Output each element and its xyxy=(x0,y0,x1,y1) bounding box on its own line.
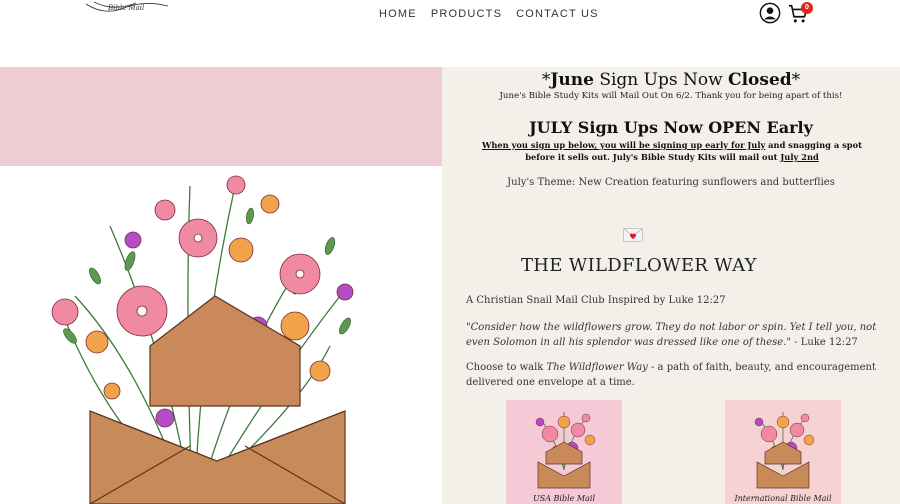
pink-banner xyxy=(0,67,442,166)
product-label-usa[interactable]: USA Bible Mail xyxy=(506,494,622,503)
wildflower-bouquet-illustration xyxy=(51,175,354,504)
product-card-usa[interactable]: USA Bible Mail xyxy=(506,400,622,504)
logo[interactable]: Bible Mail xyxy=(84,0,170,24)
nav-products[interactable]: PRODUCTS xyxy=(431,8,502,20)
site-header: Bible Mail HOME PRODUCTS CONTACT US 0 xyxy=(0,0,900,67)
july-signup-link[interactable]: When you sign up below, you will be sign… xyxy=(482,140,765,150)
july-signup-text: When you sign up below, you will be sign… xyxy=(482,140,862,162)
june-mail-out-note: June's Bible Study Kits will Mail Out On… xyxy=(499,91,843,101)
love-letter-icon xyxy=(623,228,643,242)
product-image-international xyxy=(754,412,815,489)
july-open-heading: JULY Sign Ups Now OPEN Early xyxy=(529,118,813,137)
wildflower-envelope-image xyxy=(0,166,442,504)
nav-contact-us[interactable]: CONTACT US xyxy=(516,8,599,20)
logo-text: Bible Mail xyxy=(108,4,145,12)
announcement-panel: *June Sign Ups Now Closed* June's Bible … xyxy=(442,67,900,504)
product-image-usa xyxy=(535,412,596,489)
club-subtitle: A Christian Snail Mail Club Inspired by … xyxy=(466,295,726,306)
product-card-international[interactable]: International Bible Mail xyxy=(725,400,841,504)
wildflower-way-description: Choose to walk The Wildflower Way - a pa… xyxy=(466,362,877,388)
june-closed-heading: *June Sign Ups Now Closed* xyxy=(541,70,801,90)
luke-quote: "Consider how the wildflowers grow. They… xyxy=(466,322,877,348)
nav-home[interactable]: HOME xyxy=(379,8,417,20)
cart-count-badge: 0 xyxy=(801,2,813,14)
account-icon[interactable] xyxy=(759,2,781,24)
product-label-international[interactable]: International Bible Mail xyxy=(725,494,841,503)
july-theme-text: July's Theme: New Creation featuring sun… xyxy=(507,177,835,188)
july-date: July 2nd xyxy=(780,152,819,162)
main-nav: HOME PRODUCTS CONTACT US xyxy=(379,8,613,20)
wildflower-way-title: THE WILDFLOWER WAY xyxy=(521,255,757,276)
